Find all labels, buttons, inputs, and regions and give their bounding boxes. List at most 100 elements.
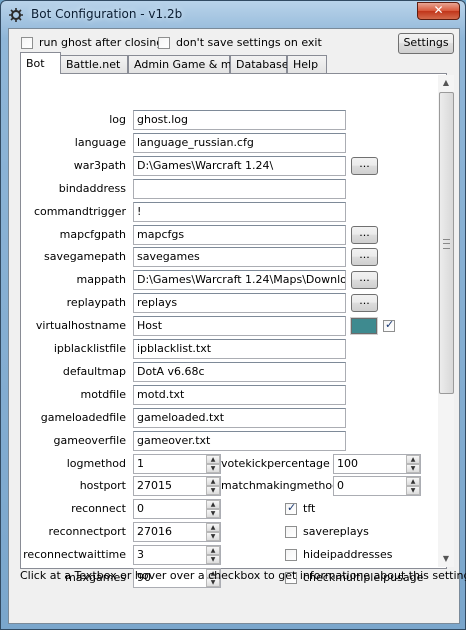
- hostport-value: 27015: [137, 479, 172, 493]
- reconnect-value: 0: [137, 502, 144, 516]
- reconnectport-spinner[interactable]: 27016 ▲ ▼: [133, 522, 221, 543]
- scroll-down-arrow-icon[interactable]: ▼: [438, 551, 454, 567]
- close-button[interactable]: ✕: [417, 2, 460, 20]
- savegamepath-input[interactable]: savegames: [133, 247, 346, 268]
- grip-icon: [443, 239, 450, 249]
- motdfile-label: motdfile: [80, 387, 127, 401]
- replaypath-input[interactable]: replays: [133, 293, 346, 314]
- virtualhost-checkbox[interactable]: [383, 318, 395, 333]
- language-label: language: [74, 135, 126, 149]
- gameoverfile-label: gameoverfile: [53, 433, 127, 447]
- spin-down-icon[interactable]: ▼: [206, 463, 220, 473]
- hostport-label: hostport: [79, 479, 126, 493]
- title-bar[interactable]: Bot Configuration - v1.2b ✕: [1, 1, 466, 28]
- hostport-spinner[interactable]: 27015 ▲ ▼: [133, 476, 221, 497]
- settings-button-label: Settings: [403, 36, 449, 49]
- defaultmap-label: defaultmap: [62, 364, 126, 378]
- tab-database[interactable]: Database: [230, 55, 289, 73]
- reconnectport-value: 27016: [137, 525, 172, 539]
- vertical-scrollbar[interactable]: ▲ ▼: [438, 75, 454, 567]
- defaultmap-input[interactable]: DotA v6.68c: [133, 361, 346, 382]
- mappath-input[interactable]: D:\Games\Warcraft 1.24\Maps\Download\: [133, 270, 346, 291]
- log-input[interactable]: ghost.log: [133, 110, 346, 130]
- savereplays-checkbox[interactable]: [285, 526, 297, 539]
- virtualhost-color-swatch[interactable]: [350, 317, 378, 336]
- gameloadedfile-label: gameloadedfile: [40, 410, 126, 424]
- virtualhostname-input[interactable]: Host: [133, 316, 346, 337]
- client-area: run ghost after closing don't save setti…: [8, 28, 466, 624]
- app-icon: [9, 8, 23, 22]
- spin-up-icon[interactable]: ▲: [206, 546, 220, 556]
- reconnectport-label: reconnectport: [48, 525, 126, 539]
- spin-up-icon[interactable]: ▲: [206, 500, 220, 510]
- bot-settings-panel: log ghost.log language language_russian.cfg…: [20, 73, 454, 588]
- close-icon: ✕: [433, 3, 444, 17]
- matchmakingmethod-spinner[interactable]: 0 ▲ ▼: [333, 476, 421, 497]
- window-frame: Bot Configuration - v1.2b ✕ run ghost af…: [0, 0, 466, 630]
- mapcfgpath-input[interactable]: mapcfgs: [133, 224, 346, 245]
- scroll-up-arrow-icon[interactable]: ▲: [438, 75, 454, 91]
- motdfile-input[interactable]: motd.txt: [133, 384, 346, 405]
- hideipaddresses-checkbox[interactable]: [285, 549, 297, 562]
- savegamepath-browse-button[interactable]: ...: [351, 248, 378, 267]
- war3path-label: war3path: [73, 158, 126, 172]
- mappath-browse-button[interactable]: ...: [351, 271, 378, 290]
- matchmakingmethod-value: 0: [337, 479, 344, 493]
- ipblacklistfile-label: ipblacklistfile: [53, 342, 126, 355]
- settings-button[interactable]: Settings: [398, 33, 454, 54]
- dont-save-checkbox[interactable]: [158, 37, 170, 49]
- tft-checkbox-label: tft: [303, 502, 316, 516]
- spin-up-icon[interactable]: ▲: [406, 454, 420, 464]
- tab-bot[interactable]: Bot: [20, 52, 61, 74]
- votekickpercentage-label: votekickpercentage: [221, 456, 330, 470]
- votekickpercentage-spinner[interactable]: 100 ▲ ▼: [333, 453, 421, 474]
- spin-up-icon[interactable]: ▲: [406, 477, 420, 487]
- spin-down-icon[interactable]: ▼: [206, 555, 220, 565]
- reconnectwaittime-label: reconnectwaittime: [23, 548, 126, 562]
- scrollbar-thumb[interactable]: [439, 92, 454, 394]
- savegamepath-label: savegamepath: [44, 250, 126, 264]
- tab-help[interactable]: Help: [287, 55, 327, 73]
- spin-down-icon[interactable]: ▼: [206, 509, 220, 519]
- dont-save-label: don't save settings on exit: [176, 36, 322, 49]
- spin-down-icon[interactable]: ▼: [406, 486, 420, 496]
- bindaddress-input[interactable]: [133, 178, 346, 199]
- spin-up-icon[interactable]: ▲: [206, 454, 220, 464]
- savereplays-checkbox-label: savereplays: [303, 525, 369, 539]
- commandtrigger-input[interactable]: !: [133, 201, 346, 222]
- run-ghost-label: run ghost after closing: [39, 36, 164, 49]
- language-input[interactable]: language_russian.cfg: [133, 132, 346, 153]
- gameoverfile-input[interactable]: gameover.txt: [133, 430, 346, 451]
- log-label: log: [109, 113, 126, 126]
- reconnectwaittime-value: 3: [137, 548, 144, 562]
- war3path-browse-button[interactable]: ...: [351, 156, 378, 175]
- mapcfgpath-browse-button[interactable]: ...: [351, 225, 378, 244]
- spin-down-icon[interactable]: ▼: [406, 463, 420, 473]
- run-ghost-checkbox[interactable]: [21, 37, 33, 49]
- reconnect-spinner[interactable]: 0 ▲ ▼: [133, 499, 221, 520]
- spin-up-icon[interactable]: ▲: [206, 523, 220, 533]
- window-title: Bot Configuration - v1.2b: [31, 7, 183, 21]
- spin-up-icon[interactable]: ▲: [206, 477, 220, 487]
- replaypath-browse-button[interactable]: ...: [351, 294, 378, 313]
- hideipaddresses-checkbox-label: hideipaddresses: [303, 548, 393, 562]
- logmethod-label: logmethod: [66, 456, 126, 470]
- commandtrigger-label: commandtrigger: [33, 204, 126, 218]
- gameloadedfile-input[interactable]: gameloaded.txt: [133, 407, 346, 428]
- mappath-label: mappath: [76, 273, 126, 287]
- tft-checkbox[interactable]: [285, 501, 297, 516]
- reconnect-label: reconnect: [71, 502, 126, 516]
- ipblacklistfile-input[interactable]: ipblacklist.txt: [133, 339, 346, 359]
- spin-down-icon[interactable]: ▼: [206, 486, 220, 496]
- virtualhostname-label: virtualhostname: [35, 319, 126, 333]
- bindaddress-label: bindaddress: [58, 181, 126, 195]
- tab-admin-game-more[interactable]: Admin Game & more: [128, 55, 249, 73]
- votekickpercentage-value: 100: [337, 456, 358, 470]
- reconnectwaittime-spinner[interactable]: 3 ▲ ▼: [133, 545, 221, 566]
- logmethod-value: 1: [137, 456, 144, 470]
- logmethod-spinner[interactable]: 1 ▲ ▼: [133, 453, 221, 474]
- tab-battle-net[interactable]: Battle.net: [60, 55, 128, 73]
- spin-down-icon[interactable]: ▼: [206, 532, 220, 542]
- status-text: Click at a Textbox or hover over a check…: [20, 569, 466, 582]
- war3path-input[interactable]: D:\Games\Warcraft 1.24\: [133, 155, 346, 176]
